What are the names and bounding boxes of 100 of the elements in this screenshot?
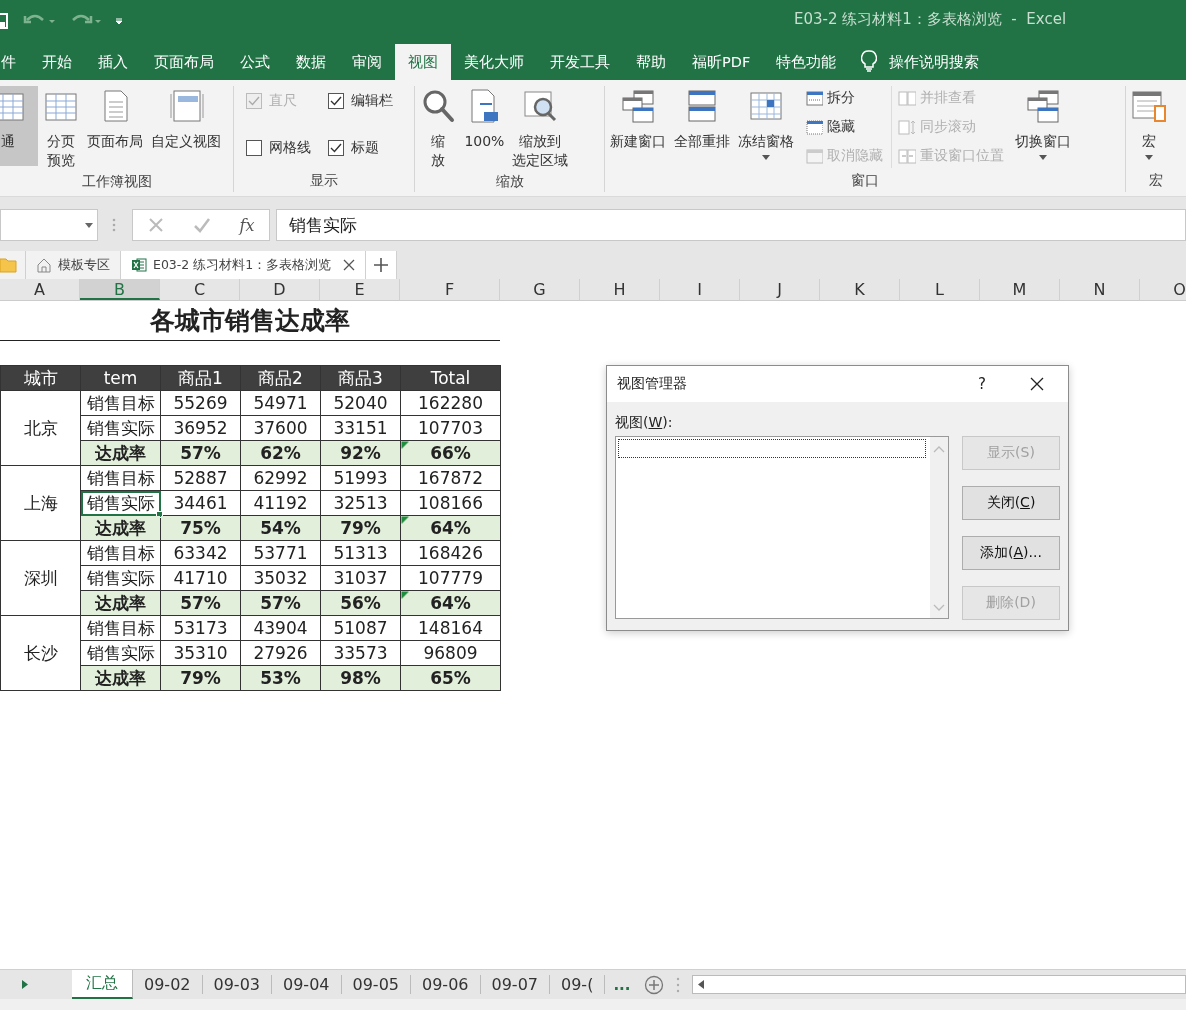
column-header[interactable]: D — [240, 279, 320, 300]
column-header[interactable]: C — [160, 279, 240, 300]
ribbon-tab[interactable]: 开发工具 — [537, 44, 623, 80]
scroll-right-icon[interactable] — [22, 980, 28, 989]
sheet-tab[interactable]: 汇总 — [72, 970, 133, 999]
customize-icon[interactable] — [115, 17, 123, 25]
insert-function-button[interactable]: fx — [239, 215, 255, 235]
table-cell: 41192 — [240, 490, 321, 516]
ribbon-tab[interactable]: 审阅 — [339, 44, 395, 80]
ribbon-tab[interactable]: 视图 — [395, 44, 451, 80]
column-header[interactable]: M — [980, 279, 1060, 300]
add-sheet-icon[interactable] — [644, 974, 665, 995]
table-cell: 96809 — [400, 640, 501, 666]
workbook-tab[interactable]: 模板专区 — [26, 251, 121, 279]
dialog-button[interactable]: 关闭(C) — [962, 486, 1060, 520]
workbook-tab[interactable]: E03-2 练习材料1：多表格浏览 — [121, 251, 367, 279]
scroll-down-icon[interactable] — [933, 604, 945, 612]
save-icon[interactable] — [0, 12, 9, 30]
table-cell: 66% — [400, 440, 501, 466]
sheet-tab[interactable]: 09-02 — [133, 975, 203, 994]
scroll-left-icon[interactable] — [698, 980, 705, 989]
column-header[interactable]: H — [580, 279, 660, 300]
close-icon[interactable] — [343, 259, 356, 271]
table-cell: 54% — [240, 515, 321, 541]
column-header[interactable]: I — [660, 279, 740, 300]
ribbon-button[interactable]: 全部重排 — [671, 86, 734, 166]
column-header[interactable]: O — [1140, 279, 1186, 300]
table-cell: 148164 — [400, 615, 501, 641]
ribbon-button[interactable]: 自定义视图 — [148, 86, 224, 166]
ribbon-button[interactable]: 分页 预览 — [40, 86, 82, 173]
column-header[interactable]: F — [400, 279, 500, 300]
ribbon-button[interactable]: 切换窗口 — [1012, 86, 1075, 166]
table-cell: 79% — [160, 665, 241, 691]
ribbon-tab[interactable]: 开始 — [29, 44, 85, 80]
ribbon-button[interactable]: 缩放到 选定区域 — [509, 86, 572, 173]
folder-button[interactable] — [0, 251, 26, 279]
ribbon-button[interactable]: 缩 放 — [417, 86, 460, 173]
help-button[interactable]: ? — [978, 375, 986, 393]
table-cell: 销售目标 — [80, 540, 161, 566]
column-header[interactable]: N — [1060, 279, 1140, 300]
reset-position-icon — [898, 147, 917, 165]
table-cell: 上海 — [0, 465, 81, 541]
ribbon-tab[interactable]: 数据 — [283, 44, 339, 80]
table-cell: 销售实际 — [80, 640, 161, 666]
table-cell: 168426 — [400, 540, 501, 566]
ribbon-button[interactable]: 新建窗口 — [607, 86, 670, 166]
column-header[interactable]: G — [500, 279, 580, 300]
checkbox[interactable]: 标题 — [328, 139, 419, 157]
column-header[interactable]: K — [820, 279, 900, 300]
sheet-tab[interactable]: 09-( — [550, 975, 606, 994]
sheet-tab[interactable]: 09-07 — [480, 975, 550, 994]
checkbox[interactable]: 编辑栏 — [328, 92, 419, 110]
name-box[interactable] — [0, 209, 98, 241]
cancel-icon[interactable] — [147, 217, 164, 233]
ribbon-tab[interactable]: 特色功能 — [763, 44, 850, 80]
scroll-up-icon[interactable] — [933, 445, 945, 453]
more-sheets-button[interactable]: ... — [605, 970, 639, 999]
ribbon-button[interactable]: 拆分 — [805, 86, 884, 110]
magnifier-icon — [522, 88, 559, 124]
column-header[interactable]: B — [80, 279, 160, 300]
ribbon-button[interactable]: 冻结窗格 — [735, 86, 798, 166]
ribbon-button[interactable]: 通 — [0, 86, 38, 166]
sheet-tab[interactable]: 09-04 — [272, 975, 342, 994]
ribbon-tab[interactable]: 福昕PDF — [679, 44, 764, 80]
table-cell: 达成率 — [80, 665, 161, 691]
scrollbar[interactable] — [930, 437, 948, 618]
table-cell: 35310 — [160, 640, 241, 666]
checkbox[interactable]: 网格线 — [246, 139, 327, 157]
group-label: 缩放 — [494, 173, 525, 191]
table-cell: 51313 — [320, 540, 401, 566]
ribbon-button[interactable]: 页面布局 — [84, 86, 146, 166]
sheet-tab[interactable]: 09-03 — [202, 975, 272, 994]
table-cell: 92% — [320, 440, 401, 466]
ribbon-tab[interactable]: 帮助 — [623, 44, 679, 80]
ribbon-tab[interactable]: 件 — [0, 44, 29, 80]
ribbon-button[interactable]: 宏 — [1128, 86, 1171, 166]
ribbon-tab[interactable]: 美化大师 — [451, 44, 537, 80]
list-label: 视图(W): — [615, 414, 674, 432]
ribbon-tab[interactable]: 页面布局 — [141, 44, 227, 80]
ribbon-button[interactable]: 100% — [461, 86, 508, 166]
sheet-tab[interactable]: 09-06 — [411, 975, 481, 994]
ribbon-tab[interactable]: 插入 — [85, 44, 141, 80]
tell-me-search[interactable]: 操作说明搜索 — [881, 44, 993, 80]
table-cell: 长沙 — [0, 615, 81, 691]
dialog-button[interactable]: 添加(A)... — [962, 536, 1060, 570]
new-tab-button[interactable] — [366, 251, 398, 279]
ribbon-tab[interactable]: 公式 — [227, 44, 283, 80]
horizontal-scrollbar[interactable] — [692, 975, 1186, 994]
check-icon[interactable] — [192, 217, 211, 233]
formula-field[interactable]: 销售实际 — [276, 209, 1186, 241]
column-header[interactable]: E — [320, 279, 400, 300]
column-header[interactable]: L — [900, 279, 980, 300]
table-cell: 57% — [160, 440, 241, 466]
column-header[interactable]: J — [740, 279, 820, 300]
views-list[interactable] — [615, 436, 949, 619]
close-icon[interactable] — [1030, 377, 1044, 391]
ribbon-button[interactable]: 隐藏 — [805, 115, 884, 139]
sheet-tab[interactable]: 09-05 — [341, 975, 411, 994]
table-cell: 达成率 — [80, 440, 161, 466]
table-cell: 162280 — [400, 390, 501, 416]
